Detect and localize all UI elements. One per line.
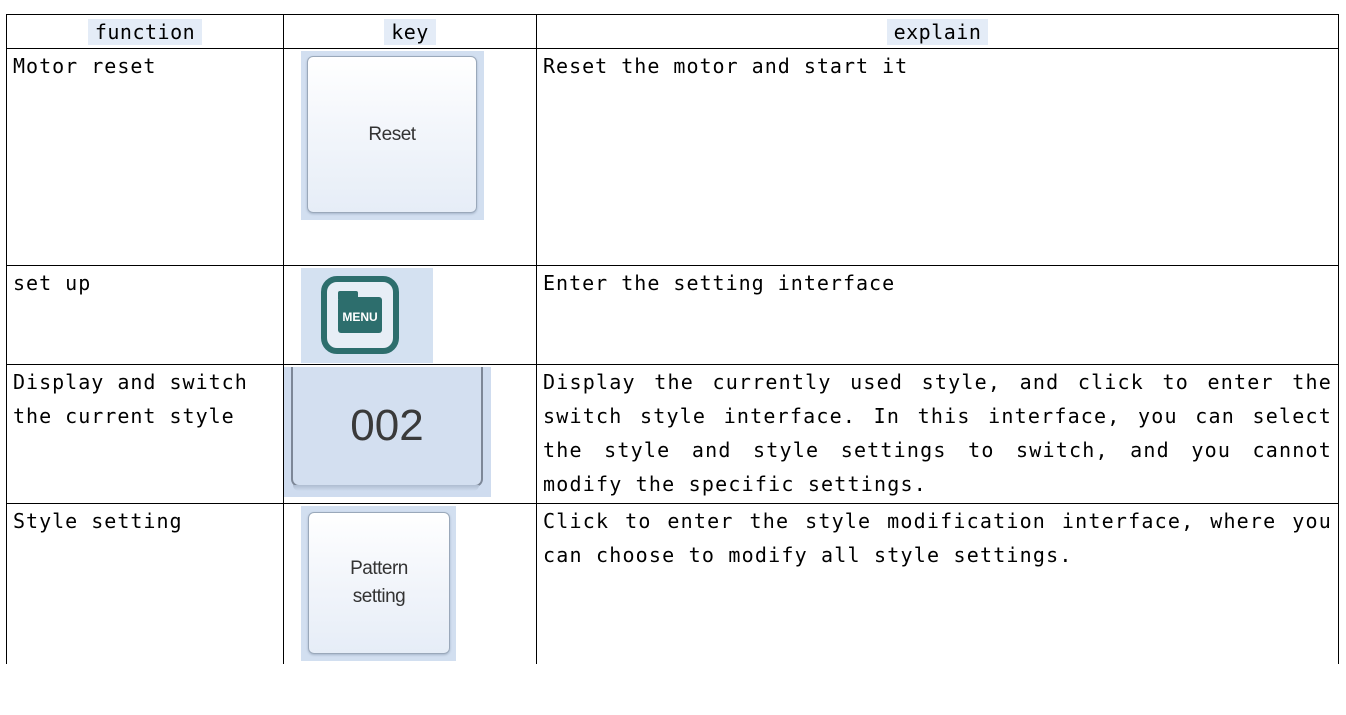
key-cell: MENU xyxy=(283,265,537,365)
function-cell: set up xyxy=(6,265,284,365)
reset-button-image: Reset xyxy=(301,51,484,220)
menu-icon-image: MENU xyxy=(301,268,433,363)
explain-cell: Enter the setting interface xyxy=(536,265,1339,365)
reset-button[interactable]: Reset xyxy=(307,56,477,213)
current-style-button[interactable]: 002 xyxy=(291,367,483,487)
header-explain: explain xyxy=(536,14,1339,49)
pattern-label-line1: Pattern xyxy=(350,558,408,579)
key-cell: Reset xyxy=(283,48,537,266)
function-text: Style setting xyxy=(13,509,183,533)
header-row: function key explain xyxy=(6,14,1339,49)
menu-label: MENU xyxy=(342,310,378,324)
function-cell: Style setting xyxy=(6,503,284,664)
function-text: Display and switch the current style xyxy=(13,370,248,428)
header-function: function xyxy=(6,14,284,49)
header-key: key xyxy=(283,14,537,49)
function-key-table: function key explain Motor reset Reset R… xyxy=(6,14,1339,664)
key-cell: 002 xyxy=(283,364,537,504)
explain-text: Enter the setting interface xyxy=(543,271,896,295)
explain-cell: Display the currently used style, and cl… xyxy=(536,364,1339,504)
function-text: Motor reset xyxy=(13,54,157,78)
function-cell: Display and switch the current style xyxy=(6,364,284,504)
table-row: Motor reset Reset Reset the motor and st… xyxy=(6,48,1339,266)
key-cell: Pattern setting xyxy=(283,503,537,664)
function-cell: Motor reset xyxy=(6,48,284,266)
table-row: set up MENU Enter the setting interface xyxy=(6,265,1339,365)
table-row: Display and switch the current style 002… xyxy=(6,364,1339,504)
explain-text: Reset the motor and start it xyxy=(543,54,909,78)
current-style-image: 002 xyxy=(284,367,491,497)
explain-text: Click to enter the style modification in… xyxy=(543,509,1332,567)
table-row: Style setting Pattern setting Click to e… xyxy=(6,503,1339,664)
explain-cell: Reset the motor and start it xyxy=(536,48,1339,266)
function-text: set up xyxy=(13,271,92,295)
pattern-setting-image: Pattern setting xyxy=(301,506,456,661)
folder-icon: MENU xyxy=(338,291,382,333)
explain-cell: Click to enter the style modification in… xyxy=(536,503,1339,664)
menu-button[interactable]: MENU xyxy=(321,276,399,354)
pattern-setting-button[interactable]: Pattern setting xyxy=(308,512,450,654)
explain-text: Display the currently used style, and cl… xyxy=(543,370,1332,496)
pattern-label-line2: setting xyxy=(352,586,406,607)
